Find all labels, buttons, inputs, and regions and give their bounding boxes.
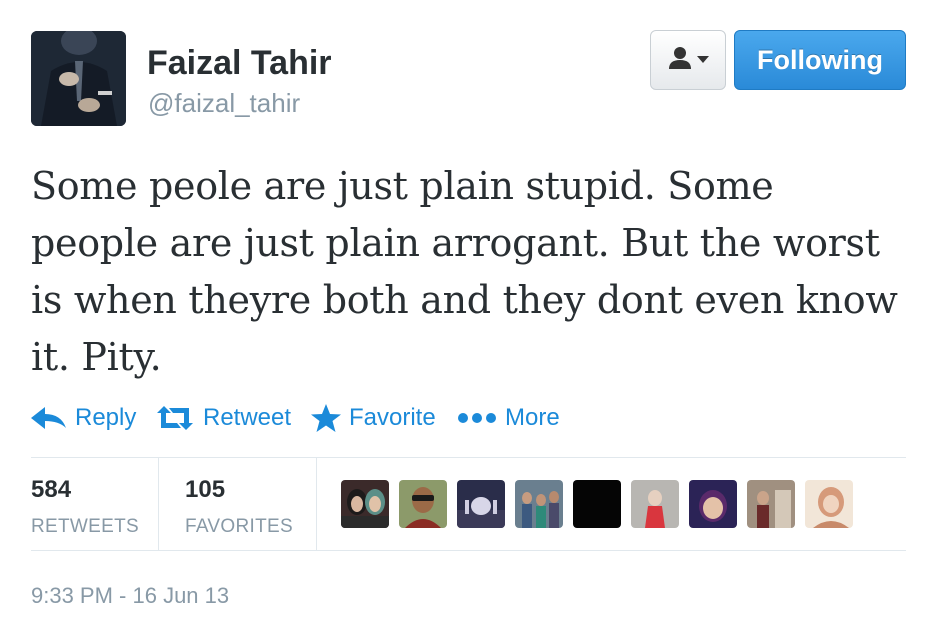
user-silhouette-icon xyxy=(667,46,693,75)
chevron-down-icon xyxy=(697,51,709,69)
favoriters-avatars xyxy=(341,480,853,528)
favorite-button[interactable]: Favorite xyxy=(311,404,457,432)
favorites-count: 105 xyxy=(185,476,226,503)
stat-separator xyxy=(158,458,159,550)
retweets-label: RETWEETS xyxy=(31,516,139,537)
favoriter-avatar[interactable] xyxy=(689,480,737,528)
favoriter-avatar[interactable] xyxy=(341,480,389,528)
tweet-text: Some peole are just plain stupid. Some p… xyxy=(31,164,898,379)
tweet-timestamp[interactable]: 9:33 PM - 16 Jun 13 xyxy=(31,583,229,609)
star-icon xyxy=(311,404,341,432)
favoriter-avatar[interactable] xyxy=(573,480,621,528)
favorites-label: FAVORITES xyxy=(185,516,293,537)
retweet-button[interactable]: Retweet xyxy=(155,404,311,432)
retweets-stat[interactable]: 584 RETWEETS xyxy=(31,476,139,538)
reply-arrow-icon xyxy=(31,406,67,430)
dots-icon xyxy=(457,412,497,424)
favorites-stat[interactable]: 105 FAVORITES xyxy=(185,476,293,538)
following-button[interactable]: Following xyxy=(734,30,906,90)
favoriter-avatar[interactable] xyxy=(805,480,853,528)
user-handle[interactable]: @faizal_tahir xyxy=(148,88,300,119)
retweets-count: 584 xyxy=(31,476,72,503)
user-display-name[interactable]: Faizal Tahir xyxy=(147,44,332,83)
favorite-label: Favorite xyxy=(349,404,436,431)
divider-top xyxy=(31,457,906,458)
tweet-actions: Reply Retweet Favorite More xyxy=(31,400,560,436)
more-label: More xyxy=(505,404,560,431)
favoriter-avatar[interactable] xyxy=(515,480,563,528)
reply-label: Reply xyxy=(75,404,137,431)
reply-button[interactable]: Reply xyxy=(31,404,155,432)
favoriter-avatar[interactable] xyxy=(747,480,795,528)
profile-avatar[interactable] xyxy=(31,31,126,126)
favoriter-avatar[interactable] xyxy=(457,480,505,528)
divider-bottom xyxy=(31,550,906,551)
user-actions-dropdown[interactable] xyxy=(650,30,726,90)
favoriter-avatar[interactable] xyxy=(631,480,679,528)
retweet-label: Retweet xyxy=(203,404,292,431)
more-button[interactable]: More xyxy=(457,404,560,432)
stat-separator xyxy=(316,458,317,550)
favoriter-avatar[interactable] xyxy=(399,480,447,528)
retweet-icon xyxy=(155,405,195,431)
